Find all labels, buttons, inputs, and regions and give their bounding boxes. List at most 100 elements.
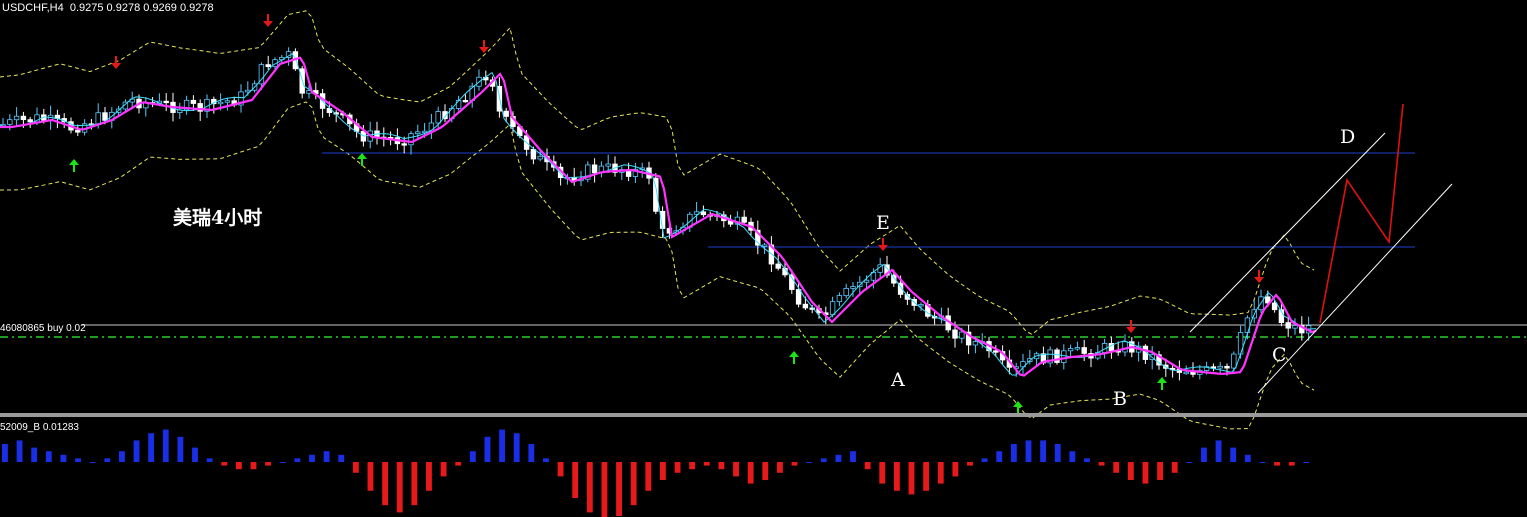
candle-body: [775, 263, 781, 269]
candle-body: [408, 133, 414, 146]
candle-body: [605, 163, 611, 167]
histogram-bar: [1244, 454, 1251, 462]
candle-body: [503, 110, 509, 117]
histogram-bar: [133, 440, 140, 462]
histogram-bar: [396, 462, 403, 513]
histogram-bar: [630, 462, 637, 506]
histogram-bar: [279, 462, 286, 463]
histogram-bar: [513, 433, 520, 462]
histogram-bar: [528, 444, 535, 462]
candle-body: [1122, 341, 1128, 353]
sell-arrow-icon: [479, 47, 489, 53]
histogram-bar: [367, 462, 374, 491]
histogram-bar: [309, 454, 315, 462]
buy-arrow-icon: [69, 159, 79, 165]
histogram-bar: [484, 436, 491, 462]
candle-body: [1217, 365, 1223, 369]
histogram-bar: [937, 462, 944, 484]
histogram-bar: [31, 447, 38, 462]
candle-body: [7, 119, 13, 125]
histogram-bar: [1025, 440, 1032, 462]
histogram-bar: [1084, 458, 1090, 462]
histogram-bar: [323, 451, 330, 462]
candle-body: [1231, 353, 1237, 369]
histogram-bar: [206, 458, 213, 462]
candle-body: [795, 289, 802, 305]
candle-body: [1183, 371, 1189, 375]
histogram-bar: [660, 462, 666, 480]
candle-body: [1067, 348, 1074, 352]
candle-body: [401, 143, 407, 146]
histogram-bar: [338, 454, 345, 462]
projection-channel: [1189, 103, 1453, 394]
histogram-bar: [703, 462, 710, 466]
histogram-bar: [923, 462, 930, 491]
histogram-bar: [762, 462, 769, 480]
histogram-bar: [718, 462, 725, 470]
histogram-bar: [557, 462, 564, 477]
candle-body: [952, 329, 958, 339]
histogram-bar: [499, 429, 506, 462]
histogram-bar: [104, 458, 111, 462]
histogram-bar: [411, 462, 418, 506]
histogram-bar: [1040, 440, 1047, 462]
candle-body: [761, 244, 768, 247]
histogram-bar: [1274, 462, 1280, 466]
histogram-bar: [1215, 440, 1222, 462]
candle-body: [217, 101, 224, 105]
candle-body: [789, 274, 795, 290]
channel-upper-line: [1189, 132, 1386, 333]
candle-body: [1190, 371, 1196, 375]
histogram-bar: [426, 462, 432, 491]
histogram-bar: [1127, 462, 1134, 480]
histogram-bar: [806, 462, 813, 463]
histogram-bar: [572, 462, 579, 498]
histogram-bar: [45, 451, 52, 462]
histogram-bar: [864, 462, 871, 470]
buy-arrow-icon: [1157, 377, 1167, 383]
histogram-bar: [16, 440, 23, 462]
histogram-bar: [1113, 462, 1120, 473]
channel-lower-line: [1257, 183, 1453, 394]
candle-body: [700, 211, 707, 216]
histogram-bar: [192, 447, 198, 462]
candle-body: [435, 111, 441, 124]
candle-body: [102, 112, 108, 121]
histogram-bar: [1142, 462, 1149, 484]
candle-body: [829, 301, 836, 316]
histogram-bar: [148, 433, 155, 462]
histogram-bar: [469, 451, 476, 462]
sell-arrow-icon: [1126, 327, 1136, 333]
histogram-bar: [952, 462, 959, 477]
histogram-bar: [996, 451, 1003, 462]
histogram-bar: [75, 458, 81, 462]
candle-body: [462, 99, 469, 103]
candle-body: [1237, 332, 1244, 355]
histogram-bar: [1098, 462, 1105, 466]
histogram-bar: [879, 462, 886, 484]
candle-body: [972, 341, 979, 346]
histogram-bar: [616, 462, 622, 516]
histogram-bar: [1288, 462, 1295, 466]
candle-body: [836, 295, 843, 303]
histogram-bar: [2, 444, 8, 462]
chart-annotation: 美瑞4小时: [173, 207, 263, 229]
histogram-bar: [967, 462, 973, 466]
candle-body: [863, 279, 870, 283]
candle-body: [993, 350, 999, 353]
histogram-bar: [543, 458, 549, 462]
histogram-bar: [1010, 444, 1017, 462]
pane-separator: [0, 413, 1527, 417]
price-chart[interactable]: [0, 0, 1527, 517]
histogram-bar: [440, 462, 447, 477]
histogram-bar: [747, 462, 754, 484]
histogram-bar: [162, 429, 169, 462]
candle-body: [224, 100, 231, 103]
histogram-bar: [1171, 462, 1178, 473]
histogram-bar: [908, 462, 915, 495]
histogram-bar: [1157, 462, 1164, 480]
candle-body: [1081, 347, 1087, 354]
histogram-bar: [645, 462, 652, 491]
ohlc-label: 0.9275 0.9278 0.9269 0.9278: [69, 2, 214, 14]
sell-arrow-icon: [111, 63, 121, 69]
